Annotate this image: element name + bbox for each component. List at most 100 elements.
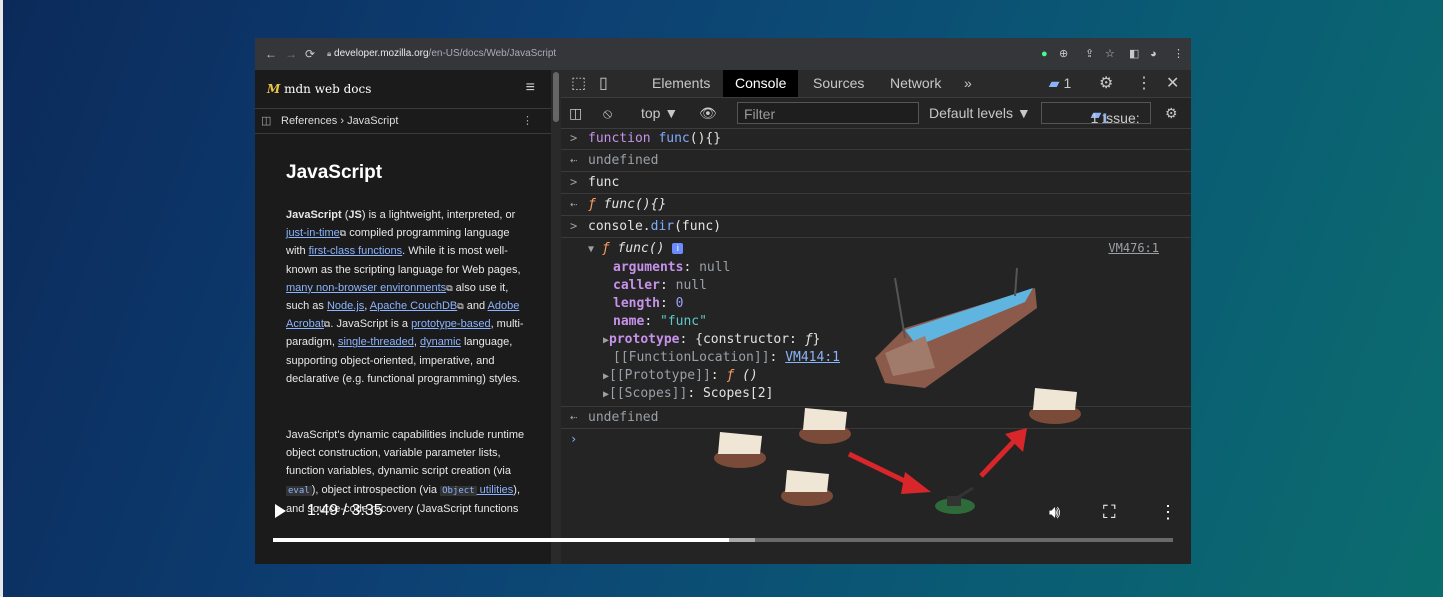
intro-paragraph: JavaScript (JS) is a lightweight, interp… <box>286 206 526 388</box>
console-settings-gear-icon[interactable]: ⚙ <box>1165 98 1178 128</box>
console-input-row: > console.dir(func) <box>561 216 1191 238</box>
mdn-logo-text: mdn web docs <box>284 82 372 96</box>
progress-bar[interactable] <box>273 538 1173 542</box>
fullscreen-icon[interactable]: ⛶ <box>1103 502 1116 523</box>
scrollbar-thumb[interactable] <box>553 72 559 122</box>
live-expression-eye-icon[interactable]: 👁︎ <box>699 98 717 128</box>
small-ship-illustration <box>1029 388 1081 424</box>
console-dir-output[interactable]: ▼ ƒ func() i VM476:1 <box>561 238 1191 259</box>
console-result-row[interactable]: ⇠ ƒ func(){} <box>561 194 1191 216</box>
property-key: name <box>613 314 645 329</box>
share-icon[interactable]: ⇪ <box>1085 38 1094 70</box>
hamburger-menu-icon[interactable]: ≡ <box>526 79 535 97</box>
more-tabs-icon[interactable]: » <box>964 70 972 97</box>
breadcrumb: ◫ References › JavaScript ⋮ <box>255 109 551 134</box>
link-first-class-functions[interactable]: first-class functions <box>309 245 403 257</box>
back-icon[interactable]: ← <box>265 38 277 70</box>
link-dynamic[interactable]: dynamic <box>420 336 461 348</box>
source-link[interactable]: VM476:1 <box>1108 238 1159 259</box>
show-sidebar-icon[interactable]: ◫ <box>569 98 582 128</box>
forward-icon[interactable]: → <box>285 38 297 70</box>
close-icon[interactable]: ✕ <box>1166 70 1179 97</box>
video-time: 1:49 / 3:35 <box>307 502 383 519</box>
small-ship-illustration <box>714 432 766 468</box>
log-levels-dropdown[interactable]: Default levels ▼ <box>929 98 1031 128</box>
tab-network[interactable]: Network <box>890 70 941 97</box>
install-icon[interactable]: ⊕ <box>1059 38 1068 70</box>
separator: : <box>659 296 676 311</box>
link-just-in-time[interactable]: just-in-time <box>286 227 340 239</box>
more-options-icon[interactable]: ⋮ <box>1159 502 1177 523</box>
property-key: caller <box>613 278 660 293</box>
video-player[interactable]: ← → ⟳ 🔒︎ developer.mozilla.org/en-US/doc… <box>255 38 1191 564</box>
property-key: length <box>613 296 660 311</box>
console-prompt[interactable]: › <box>561 429 1191 450</box>
tab-console[interactable]: Console <box>723 70 799 97</box>
link-prototype-based[interactable]: prototype-based <box>411 318 491 330</box>
volume-icon[interactable]: 🔊︎ <box>1049 502 1060 523</box>
browser-menu-icon[interactable]: ⋮ <box>1173 38 1184 70</box>
large-ship-illustration <box>875 267 1037 388</box>
result-arrow-icon: ⇠ <box>570 410 578 424</box>
link-nodejs[interactable]: Node.js <box>327 300 364 312</box>
breadcrumb-javascript[interactable]: JavaScript <box>347 115 398 127</box>
code-text: (){} <box>689 131 722 146</box>
sidebar-icon[interactable]: ◧ <box>1129 38 1139 70</box>
reload-icon[interactable]: ⟳ <box>305 38 315 70</box>
separator: : <box>769 350 786 365</box>
sidebar-toggle-icon[interactable]: ◫ <box>261 109 271 133</box>
property-key: [[Prototype]] <box>609 368 711 383</box>
context-selector[interactable]: top ▼ <box>641 98 678 128</box>
tab-elements[interactable]: Elements <box>652 70 710 97</box>
code-text: . <box>642 219 651 234</box>
result-value: func(){} <box>595 197 667 212</box>
inspect-element-icon[interactable]: ⬚ <box>571 70 586 97</box>
function-symbol: ƒ <box>804 332 813 347</box>
expand-arrow-icon[interactable]: ▼ <box>588 244 594 255</box>
devtools-tabbar: ⬚ ▯ Elements Console Sources Network » ▰… <box>561 70 1191 98</box>
issues-button[interactable]: 1 Issue: ▰ 1 <box>1041 102 1151 126</box>
code-text: console <box>588 219 643 234</box>
input-chevron-icon: > <box>570 175 578 189</box>
play-icon[interactable] <box>275 504 286 518</box>
settings-gear-icon[interactable]: ⚙ <box>1099 70 1113 97</box>
property-value: null <box>699 260 731 275</box>
bookmark-star-icon[interactable]: ☆ <box>1105 38 1115 70</box>
red-arrow-icon <box>847 451 931 494</box>
message-icon: ▰ <box>1048 75 1060 91</box>
property-value: null <box>675 278 707 293</box>
link-apache-couchdb[interactable]: Apache CouchDB <box>370 300 457 312</box>
filter-input[interactable]: Filter <box>737 102 919 124</box>
device-toolbar-icon[interactable]: ▯ <box>599 70 608 97</box>
small-ship-illustration <box>799 408 851 444</box>
profile-avatar-icon[interactable]: ◕ <box>1150 38 1157 70</box>
console-input-row: > function func(){} <box>561 128 1191 150</box>
text: and <box>463 300 488 313</box>
more-options-icon[interactable]: ⋮ <box>522 109 533 133</box>
address-bar[interactable]: 🔒︎ developer.mozilla.org/en-US/docs/Web/… <box>327 44 556 64</box>
breadcrumb-references[interactable]: References <box>281 115 337 127</box>
info-icon[interactable]: i <box>672 243 684 254</box>
function-location-link[interactable]: VM414:1 <box>785 350 840 365</box>
property-key: [[Scopes]] <box>609 386 688 401</box>
code-method: dir <box>650 219 675 234</box>
link-single-threaded[interactable]: single-threaded <box>338 336 414 348</box>
devtools-menu-icon[interactable]: ⋮ <box>1136 70 1152 97</box>
breadcrumb-separator: › <box>340 115 344 127</box>
console-result-row: ⇠ undefined <box>561 407 1191 429</box>
tab-sources[interactable]: Sources <box>813 70 864 97</box>
mdn-logo[interactable]: M mdn web docs <box>267 82 371 96</box>
url-host: developer.mozilla.org <box>334 48 429 59</box>
property-value: } <box>812 332 821 347</box>
property-key: arguments <box>613 260 684 275</box>
mdn-header: M mdn web docs ≡ <box>255 70 551 109</box>
function-signature: func() <box>609 241 665 256</box>
google-icon[interactable]: ● <box>1041 38 1048 70</box>
link-non-browser-environments[interactable]: many non-browser environments <box>286 282 446 294</box>
separator: : <box>659 278 676 293</box>
clear-console-icon[interactable]: ⦸ <box>603 98 612 128</box>
messages-badge[interactable]: ▰ 1 <box>1040 70 1080 97</box>
property-value: Scopes[2] <box>702 386 774 401</box>
mdn-scrollbar[interactable] <box>551 70 561 564</box>
text: JavaScript's dynamic capabilities includ… <box>286 429 525 478</box>
